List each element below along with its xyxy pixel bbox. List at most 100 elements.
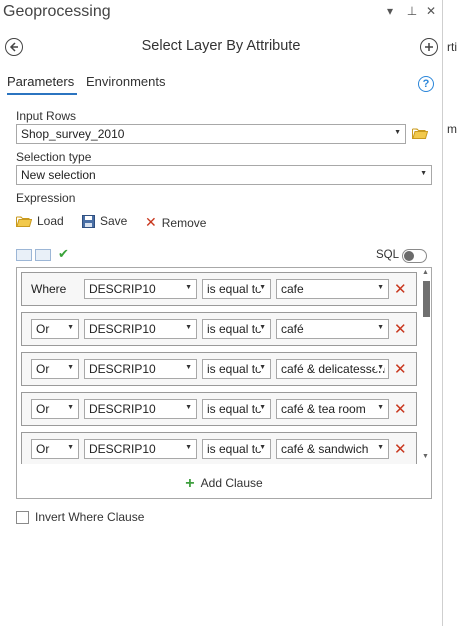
operator-dropdown[interactable]: is equal to ▼ [202, 359, 271, 379]
active-tab-indicator [7, 93, 77, 95]
selection-type-label: Selection type [16, 150, 92, 164]
selection-type-dropdown[interactable]: New selection ▼ [16, 165, 432, 185]
connector-dropdown[interactable]: Or ▼ [31, 399, 79, 419]
pane-options-icon[interactable]: ▾ [383, 4, 397, 18]
connector-value: Or [36, 322, 50, 336]
tool-title: Select Layer By Attribute [141, 38, 301, 54]
field-dropdown[interactable]: DESCRIP10 ▼ [84, 279, 197, 299]
clause-scrollbar[interactable]: ▲ ▼ [421, 269, 431, 463]
remove-x-icon: ✕ [145, 214, 157, 230]
help-icon[interactable]: ? [418, 76, 434, 92]
operator-dropdown[interactable]: is equal to ▼ [202, 319, 271, 339]
tab-environments[interactable]: Environments [86, 74, 165, 89]
verify-check-icon[interactable]: ✔ [58, 246, 69, 262]
clause-row: Or ▼ DESCRIP10 ▼ is equal to ▼ café & sa… [21, 432, 417, 464]
save-label: Save [100, 214, 128, 228]
chevron-down-icon: ▼ [375, 444, 384, 451]
input-rows-dropdown[interactable]: Shop_survey_2010 ▼ [16, 124, 406, 144]
remove-clause-icon[interactable]: ✕ [394, 320, 407, 338]
tool-header: Select Layer By Attribute [0, 34, 442, 60]
sql-label: SQL [376, 249, 400, 261]
operator-value: is equal to [207, 402, 262, 416]
connector-dropdown[interactable]: Or ▼ [31, 319, 79, 339]
scroll-down-icon[interactable]: ▼ [422, 453, 429, 460]
value-dropdown[interactable]: café ▼ [276, 319, 389, 339]
value-dropdown[interactable]: café & sandwich ▼ [276, 439, 389, 459]
folder-icon[interactable] [412, 127, 428, 139]
scrollbar-thumb[interactable] [423, 281, 430, 317]
operator-dropdown[interactable]: is equal to ▼ [202, 399, 271, 419]
chevron-down-icon: ▼ [65, 324, 74, 331]
sql-mode-icon[interactable] [35, 249, 51, 261]
chevron-down-icon: ▼ [65, 404, 74, 411]
invert-label: Invert Where Clause [35, 510, 145, 524]
input-rows-label: Input Rows [16, 109, 77, 123]
clause-row: Or ▼ DESCRIP10 ▼ is equal to ▼ café ▼ ✕ [21, 312, 417, 346]
adjacent-text-fragment: rti [447, 40, 457, 54]
operator-dropdown[interactable]: is equal to ▼ [202, 279, 271, 299]
clause-row: Or ▼ DESCRIP10 ▼ is equal to ▼ café & te… [21, 392, 417, 426]
field-value: DESCRIP10 [89, 362, 156, 376]
connector-dropdown[interactable]: Or ▼ [31, 439, 79, 459]
invert-where-clause-option[interactable]: Invert Where Clause [16, 510, 144, 524]
remove-button[interactable]: ✕ Remove [145, 214, 206, 231]
clause-list: Where DESCRIP10 ▼ is equal to ▼ cafe ▼ ✕… [17, 268, 420, 464]
chevron-down-icon: ▼ [257, 324, 266, 331]
field-value: DESCRIP10 [89, 402, 156, 416]
operator-value: is equal to [207, 442, 262, 456]
scroll-up-icon[interactable]: ▲ [422, 269, 429, 276]
selection-type-value: New selection [21, 168, 96, 182]
field-value: DESCRIP10 [89, 442, 156, 456]
connector-dropdown[interactable]: Or ▼ [31, 359, 79, 379]
field-dropdown[interactable]: DESCRIP10 ▼ [84, 439, 197, 459]
clause-row: Or ▼ DESCRIP10 ▼ is equal to ▼ café & de… [21, 352, 417, 386]
remove-clause-icon[interactable]: ✕ [394, 280, 407, 298]
value-dropdown[interactable]: café & delicatessen ▼ [276, 359, 389, 379]
chevron-down-icon: ▼ [394, 129, 401, 136]
connector-value: Or [36, 442, 50, 456]
clause-connector: Where [31, 282, 67, 296]
remove-clause-icon[interactable]: ✕ [394, 400, 407, 418]
operator-value: is equal to [207, 282, 262, 296]
chevron-down-icon: ▼ [183, 404, 192, 411]
pin-icon[interactable]: ⊥ [405, 4, 419, 18]
remove-clause-icon[interactable]: ✕ [394, 440, 407, 458]
chevron-down-icon: ▼ [375, 284, 384, 291]
field-dropdown[interactable]: DESCRIP10 ▼ [84, 359, 197, 379]
operator-dropdown[interactable]: is equal to ▼ [202, 439, 271, 459]
remove-clause-icon[interactable]: ✕ [394, 360, 407, 378]
clause-builder: Where DESCRIP10 ▼ is equal to ▼ cafe ▼ ✕… [16, 267, 432, 499]
value-dropdown[interactable]: cafe ▼ [276, 279, 389, 299]
adjacent-pane-edge: rti m [443, 0, 458, 626]
pane-title: Geoprocessing [3, 3, 111, 20]
invert-checkbox[interactable] [16, 510, 29, 524]
load-label: Load [37, 214, 64, 228]
adjacent-text-fragment: m [447, 122, 457, 136]
close-icon[interactable]: ✕ [424, 4, 438, 18]
chevron-down-icon: ▼ [257, 284, 266, 291]
tab-parameters[interactable]: Parameters [7, 74, 74, 89]
field-dropdown[interactable]: DESCRIP10 ▼ [84, 399, 197, 419]
pane-title-bar: Geoprocessing ▾ ⊥ ✕ [0, 0, 442, 26]
field-value: DESCRIP10 [89, 322, 156, 336]
clause-mode-icon[interactable] [16, 249, 32, 261]
plus-circle-icon[interactable] [420, 38, 438, 56]
save-button[interactable]: Save [82, 214, 127, 228]
operator-value: is equal to [207, 362, 262, 376]
field-dropdown[interactable]: DESCRIP10 ▼ [84, 319, 197, 339]
value-text: café & sandwich [281, 442, 369, 456]
remove-label: Remove [161, 215, 207, 230]
load-button[interactable]: Load [16, 214, 64, 228]
save-icon [82, 214, 95, 228]
value-text: café & tea room [281, 402, 366, 416]
add-clause-label: Add Clause [200, 476, 263, 490]
chevron-down-icon: ▼ [257, 364, 266, 371]
value-dropdown[interactable]: café & tea room ▼ [276, 399, 389, 419]
value-text: café & delicatessen [281, 362, 386, 376]
chevron-down-icon: ▼ [420, 170, 427, 177]
chevron-down-icon: ▼ [183, 324, 192, 331]
folder-open-icon [16, 216, 32, 227]
sql-toggle[interactable] [402, 249, 427, 263]
add-clause-button[interactable]: + Add Clause [17, 475, 431, 493]
chevron-down-icon: ▼ [65, 444, 74, 451]
